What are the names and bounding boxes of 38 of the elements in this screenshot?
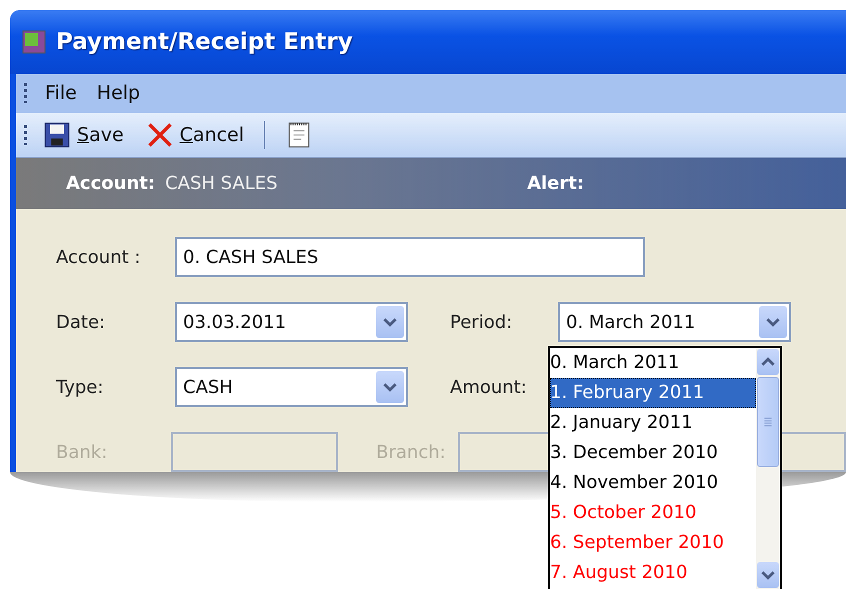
window-title: Payment/Receipt Entry	[56, 28, 353, 55]
banner-label: Alert:	[527, 173, 584, 194]
dropdown-field[interactable]: 03.03.2011	[175, 302, 408, 342]
list-item[interactable]: 1. February 2011	[550, 378, 756, 408]
scrollbar[interactable]	[756, 348, 780, 589]
grip-icon	[24, 83, 27, 104]
list-item[interactable]: 3. December 2010	[550, 438, 756, 468]
menu-item[interactable]: Help	[94, 80, 142, 106]
input-field[interactable]	[171, 432, 338, 472]
list-item[interactable]: 4. November 2010	[550, 468, 756, 498]
dropdown-field[interactable]: CASH	[175, 367, 408, 407]
field-label: Period:	[450, 312, 514, 332]
scroll-down-icon[interactable]	[757, 562, 779, 588]
chevron-icon	[376, 306, 404, 338]
list-item[interactable]: 5. October 2010	[550, 498, 756, 528]
list-item[interactable]: 7. August 2010	[550, 558, 756, 588]
grip-icon	[24, 124, 27, 145]
chevron-icon	[759, 306, 787, 338]
field-label: Date:	[56, 312, 106, 332]
scroll-thumb[interactable]	[757, 377, 779, 467]
banner-value: CASH SALES	[165, 173, 279, 194]
scroll-up-icon[interactable]	[757, 349, 779, 375]
input-field[interactable]: 0. CASH SALES	[175, 237, 645, 277]
cancel-button[interactable]: Cancel	[140, 118, 250, 151]
field-label: Account :	[56, 246, 142, 268]
save-button[interactable]: Save	[37, 118, 130, 151]
list-item[interactable]: 0. March 2011	[550, 348, 756, 378]
field-label: Branch:	[376, 442, 447, 462]
app-icon	[22, 30, 46, 54]
menu-item[interactable]: File	[43, 80, 79, 106]
list-item[interactable]: 2. January 2011	[550, 408, 756, 438]
chevron-icon	[376, 371, 404, 403]
banner-label: Account:	[66, 173, 156, 194]
dropdown-field[interactable]: 0. March 2011	[558, 302, 791, 342]
close-icon	[146, 120, 174, 149]
list-item[interactable]: 6. September 2010	[550, 528, 756, 558]
field-label: Bank:	[56, 442, 108, 462]
field-label: Type:	[56, 376, 104, 398]
